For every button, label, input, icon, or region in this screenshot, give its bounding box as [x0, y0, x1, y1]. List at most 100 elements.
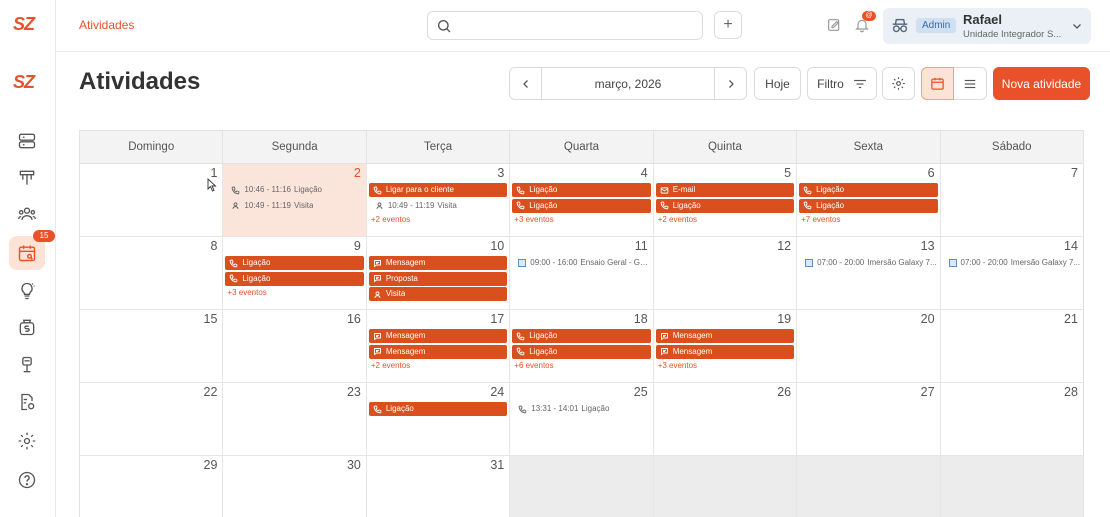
calendar-day[interactable]: 7 [941, 164, 1083, 236]
next-month-button[interactable] [714, 68, 746, 99]
calendar-day[interactable]: 9 Ligação Ligação +3 eventos [223, 237, 367, 309]
calendar-event[interactable]: 07:00 - 20:00 Imersão Galaxy 7... [943, 256, 1081, 270]
calendar-day[interactable]: 24 Ligação [367, 383, 511, 455]
calendar-day[interactable]: 27 [797, 383, 941, 455]
calendar-day[interactable]: 22 [80, 383, 224, 455]
calendar-day[interactable]: 4 Ligação Ligação +3 eventos [510, 164, 654, 236]
calendar-day[interactable]: 13 07:00 - 20:00 Imersão Galaxy 7... [797, 237, 941, 309]
calendar-day[interactable]: 30 [223, 456, 367, 517]
calendar-event[interactable]: Ligar para o cliente [368, 183, 508, 197]
calendar-event[interactable]: Ligação [512, 183, 651, 197]
calendar-day[interactable]: 1 [80, 164, 224, 236]
calendar-day[interactable]: 20 [797, 310, 941, 382]
calendar-settings-button[interactable] [882, 67, 915, 100]
more-events-link[interactable]: +7 eventos [799, 214, 937, 225]
more-events-link[interactable]: +3 eventos [512, 214, 650, 225]
calendar-day[interactable]: 17 Mensagem Mensagem +2 eventos [367, 310, 511, 382]
calendar-event[interactable]: 10:49 - 11:19 Visita [369, 199, 507, 213]
notes-button[interactable] [824, 15, 844, 35]
event-label: Visita [437, 200, 457, 210]
quick-add-button[interactable]: + [714, 11, 742, 39]
calendar-day[interactable]: 23 [223, 383, 367, 455]
calendar-event[interactable]: 09:00 - 16:00 Ensaio Geral - Ga... [512, 256, 651, 270]
calendar-event[interactable]: Ligação [512, 329, 651, 343]
calendar-event[interactable]: Mensagem [655, 329, 795, 343]
month-navigator: março, 2026 [509, 67, 747, 100]
calendar-day[interactable]: 5 E-mail Ligação +2 eventos [654, 164, 798, 236]
sidebar-item-dashboard[interactable] [9, 124, 45, 158]
calendar-event[interactable]: Ligação [799, 183, 938, 197]
sidebar-item-contacts[interactable] [9, 197, 45, 231]
more-events-link[interactable]: +2 eventos [369, 360, 507, 371]
sidebar-item-documents[interactable] [9, 385, 45, 419]
more-events-link[interactable]: +2 eventos [369, 214, 507, 225]
calendar-event[interactable]: Ligação [368, 402, 508, 416]
calendar-day[interactable]: 26 [654, 383, 798, 455]
calendar-day[interactable]: 28 [941, 383, 1083, 455]
calendar-day[interactable]: 31 [367, 456, 511, 517]
calendar-event[interactable]: Ligação [799, 198, 938, 213]
calendar-event[interactable]: 10:49 - 11:19 Visita [225, 199, 363, 213]
calendar-event[interactable]: Mensagem [368, 329, 508, 343]
calendar-day[interactable]: 19 Mensagem Mensagem +3 eventos [654, 310, 798, 382]
day-number: 23 [346, 385, 361, 399]
filter-button[interactable]: Filtro [807, 67, 877, 100]
calendar-day[interactable]: 21 [941, 310, 1083, 382]
today-button[interactable]: Hoje [754, 67, 801, 100]
calendar-event[interactable]: E-mail [655, 183, 795, 197]
calendar-event[interactable]: Ligação [512, 344, 651, 359]
sidebar-item-help[interactable] [9, 463, 45, 497]
calendar-day[interactable]: 10 Mensagem Proposta Visita [367, 237, 511, 309]
sidebar-item-activities[interactable]: 15 [9, 230, 55, 270]
calendar-day[interactable]: 3 Ligar para o cliente 10:49 - 11:19 Visita… [367, 164, 511, 236]
calendar-event[interactable]: Ligação [655, 198, 795, 213]
calendar-event[interactable]: Ligação [225, 256, 364, 270]
search-box[interactable] [427, 11, 703, 40]
calendar-event[interactable]: 13:31 - 14:01 Ligação [512, 402, 650, 416]
calendar-event[interactable]: Ligação [225, 271, 364, 286]
calendar-day[interactable]: 15 [80, 310, 224, 382]
event-label: Ligação [529, 331, 558, 340]
calendar-event[interactable]: Ligação [512, 198, 651, 213]
calendar-event[interactable]: Proposta [368, 271, 508, 286]
calendar-event[interactable]: Mensagem [368, 256, 508, 270]
calendar-event[interactable]: Mensagem [368, 344, 508, 359]
calendar-event[interactable]: Visita [368, 287, 508, 301]
calendar-day[interactable]: 29 [80, 456, 224, 517]
calendar-day[interactable]: 14 07:00 - 20:00 Imersão Galaxy 7... [941, 237, 1083, 309]
search-input[interactable] [462, 17, 692, 35]
more-events-link[interactable]: +2 eventos [656, 214, 794, 225]
calendar-event[interactable]: 10:46 - 11:16 Ligação [225, 183, 363, 197]
calendar-view-button[interactable] [921, 67, 954, 100]
calendar-event[interactable]: 07:00 - 20:00 Imersão Galaxy 7... [799, 256, 937, 270]
brand-logo[interactable]: SZ [13, 14, 35, 35]
calendar-day[interactable]: 16 [223, 310, 367, 382]
calendar-day[interactable]: 8 [80, 237, 224, 309]
more-events-link[interactable]: +6 eventos [512, 360, 650, 371]
user-menu[interactable]: Admin Rafael Unidade Integrador S... [883, 8, 1091, 44]
calendar-day[interactable]: 2 10:46 - 11:16 Ligação 10:49 - 11:19 Visita [223, 164, 367, 236]
sidebar-item-settings[interactable] [9, 424, 45, 458]
event-label: Ligação [529, 200, 558, 210]
event-label: Imersão Galaxy 7... [867, 258, 937, 267]
current-month-label[interactable]: março, 2026 [542, 77, 714, 91]
calendar-event[interactable]: Mensagem [655, 344, 795, 359]
list-view-button[interactable] [954, 67, 987, 100]
calendar-day[interactable]: 12 [654, 237, 798, 309]
breadcrumb[interactable]: Atividades [79, 18, 134, 32]
more-events-link[interactable]: +3 eventos [225, 287, 363, 298]
sidebar-item-ideas[interactable] [9, 274, 45, 308]
prev-month-button[interactable] [510, 68, 542, 99]
new-activity-button[interactable]: Nova atividade [993, 67, 1090, 100]
visit-icon [376, 202, 383, 210]
calendar-day[interactable]: 6 Ligação Ligação +7 eventos [797, 164, 941, 236]
sidebar-item-finance[interactable] [9, 310, 45, 344]
sidebar-item-funnel[interactable] [9, 161, 45, 195]
calendar-day[interactable]: 18 Ligação Ligação +6 eventos [510, 310, 654, 382]
event-time: 07:00 - 20:00 [960, 258, 1008, 267]
notifications-button[interactable]: @ [852, 11, 876, 35]
more-events-link[interactable]: +3 eventos [656, 360, 794, 371]
calendar-day[interactable]: 25 13:31 - 14:01 Ligação [510, 383, 654, 455]
calendar-day[interactable]: 11 09:00 - 16:00 Ensaio Geral - Ga... [510, 237, 654, 309]
sidebar-item-projects[interactable] [9, 348, 45, 382]
